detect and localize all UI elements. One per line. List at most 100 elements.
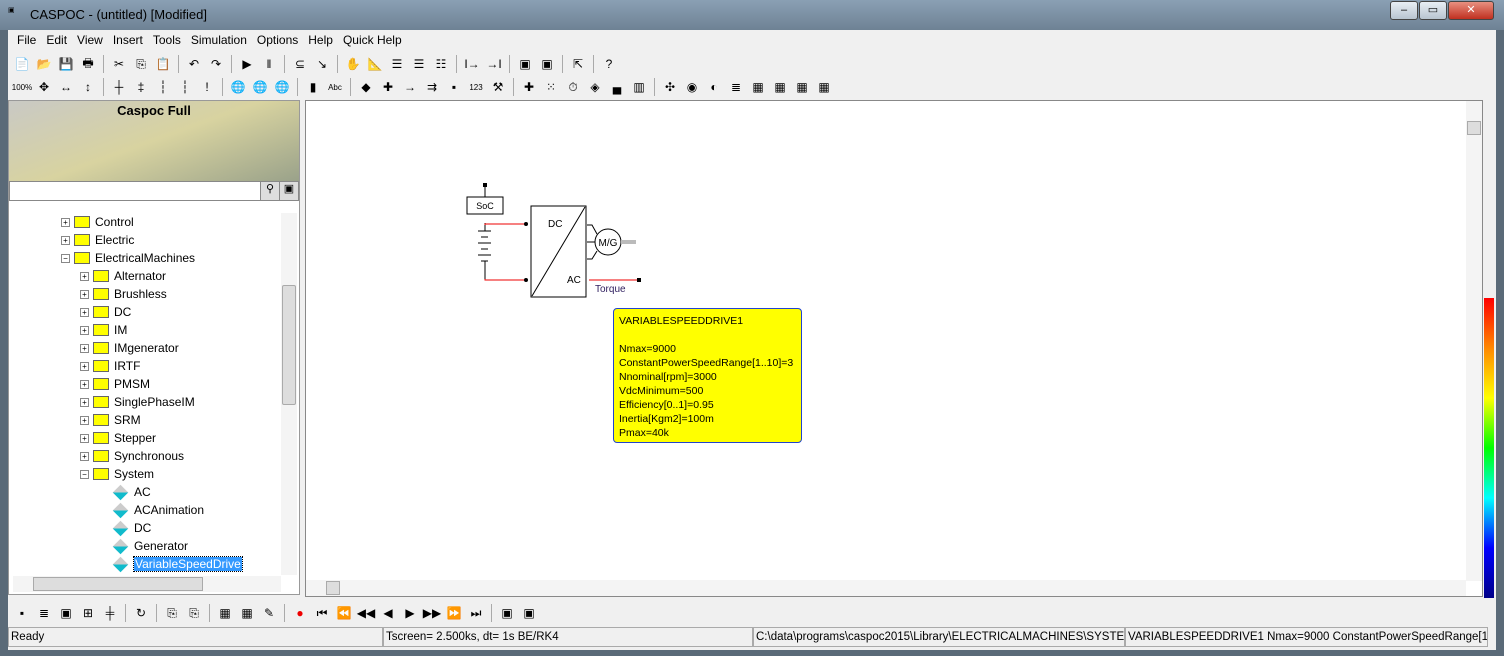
toolbar-button-18[interactable]: ◀◀ <box>356 603 376 623</box>
toolbar-button-20[interactable]: ▶ <box>400 603 420 623</box>
toolbar-button-2[interactable]: ▣ <box>56 603 76 623</box>
toolbar-button-6[interactable]: ⎘ <box>131 54 151 74</box>
tree-vertical-scrollbar[interactable] <box>281 213 297 575</box>
toolbar-button-7[interactable]: ┆ <box>153 77 173 97</box>
toolbar-button-28[interactable]: ⏱ <box>563 77 583 97</box>
toolbar-button-27[interactable]: ⁙ <box>541 77 561 97</box>
tree-folder[interactable]: + Electric <box>13 231 285 249</box>
toolbar-button-2[interactable]: 💾 <box>56 54 76 74</box>
toolbar-button-11[interactable]: 🌐 <box>228 77 248 97</box>
tree-folder[interactable]: − System <box>13 465 285 483</box>
toolbar-button-8[interactable]: ⎘ <box>162 603 182 623</box>
toolbar-button-26[interactable]: ▣ <box>519 603 539 623</box>
tree-folder[interactable]: + IRTF <box>13 357 285 375</box>
tree-folder[interactable]: + Control <box>13 213 285 231</box>
library-options-icon[interactable]: ▣ <box>279 182 298 200</box>
toolbar-button-27[interactable]: ▣ <box>515 54 535 74</box>
tree-folder[interactable]: + SinglePhaseIM <box>13 393 285 411</box>
toolbar-button-12[interactable]: ▦ <box>237 603 257 623</box>
menu-view[interactable]: View <box>72 30 108 50</box>
toolbar-button-33[interactable]: ✣ <box>660 77 680 97</box>
variable-speed-drive-block[interactable]: DC AC <box>530 205 587 298</box>
toolbar-button-12[interactable]: ▶ <box>237 54 257 74</box>
toolbar-button-19[interactable]: ✚ <box>378 77 398 97</box>
tree-folder[interactable]: + DC <box>13 303 285 321</box>
collapse-icon[interactable]: − <box>61 253 70 263</box>
toolbar-button-18[interactable]: ✋ <box>343 54 363 74</box>
toolbar-button-28[interactable]: ▣ <box>537 54 557 74</box>
toolbar-button-17[interactable]: ⏪ <box>334 603 354 623</box>
toolbar-button-34[interactable]: ◉ <box>682 77 702 97</box>
toolbar-button-23[interactable]: ⏭ <box>466 603 486 623</box>
tree-folder[interactable]: − ElectricalMachines <box>13 249 285 267</box>
toolbar-button-24[interactable]: I→ <box>462 54 482 74</box>
battery-symbol[interactable] <box>478 223 491 280</box>
toolbar-button-8[interactable]: ┆ <box>175 77 195 97</box>
expand-icon[interactable]: + <box>80 361 89 371</box>
toolbar-button-30[interactable]: ⇱ <box>568 54 588 74</box>
tree-item[interactable]: AC <box>13 483 285 501</box>
toolbar-button-5[interactable]: ┼ <box>109 77 129 97</box>
toolbar-button-0[interactable]: 100% <box>12 77 32 97</box>
tree-item[interactable]: DC <box>13 519 285 537</box>
tree-item[interactable]: Generator <box>13 537 285 555</box>
toolbar-button-23[interactable]: 123 <box>466 77 486 97</box>
toolbar-button-6[interactable]: ‡ <box>131 77 151 97</box>
torque-input[interactable]: Torque <box>589 278 641 295</box>
expand-icon[interactable]: + <box>80 343 89 353</box>
toolbar-button-22[interactable]: ⏩ <box>444 603 464 623</box>
toolbar-button-13[interactable]: ‖ <box>259 54 279 74</box>
toolbar-button-37[interactable]: ▦ <box>748 77 768 97</box>
toolbar-button-20[interactable]: → <box>400 77 420 97</box>
toolbar-button-0[interactable]: ▪ <box>12 603 32 623</box>
tree-folder[interactable]: + Stepper <box>13 429 285 447</box>
collapse-icon[interactable]: − <box>80 469 89 479</box>
motor-generator[interactable]: M/G <box>587 224 636 260</box>
toolbar-button-29[interactable]: ◈ <box>585 77 605 97</box>
toolbar-button-16[interactable]: ⏮ <box>312 603 332 623</box>
toolbar-button-35[interactable]: ◐ <box>704 77 724 97</box>
toolbar-button-31[interactable]: ▥ <box>629 77 649 97</box>
toolbar-button-15[interactable]: ⊆ <box>290 54 310 74</box>
expand-icon[interactable]: + <box>80 397 89 407</box>
toolbar-button-1[interactable]: ≣ <box>34 603 54 623</box>
schematic-canvas[interactable]: SoC DC AC M/G Torque VARIABLESPEEDDRIVE1… <box>305 100 1483 597</box>
menu-options[interactable]: Options <box>252 30 303 50</box>
toolbar-button-19[interactable]: 📐 <box>365 54 385 74</box>
search-icon[interactable]: ⚲ <box>260 182 279 200</box>
toolbar-button-16[interactable]: ↘ <box>312 54 332 74</box>
expand-icon[interactable]: + <box>61 217 70 227</box>
toolbar-button-15[interactable]: ▮ <box>303 77 323 97</box>
expand-icon[interactable]: + <box>61 235 70 245</box>
tree-folder[interactable]: + IMgenerator <box>13 339 285 357</box>
toolbar-button-25[interactable]: →I <box>484 54 504 74</box>
toolbar-button-5[interactable]: ✂ <box>109 54 129 74</box>
toolbar-button-3[interactable]: 🖶 <box>78 54 98 74</box>
toolbar-button-10[interactable]: ↷ <box>206 54 226 74</box>
toolbar-button-25[interactable]: ▣ <box>497 603 517 623</box>
menu-edit[interactable]: Edit <box>41 30 72 50</box>
toolbar-button-20[interactable]: ☰ <box>387 54 407 74</box>
tree-folder[interactable]: + Synchronous <box>13 447 285 465</box>
toolbar-button-19[interactable]: ◀ <box>378 603 398 623</box>
tree-folder[interactable]: + SRM <box>13 411 285 429</box>
tree-item[interactable]: VariableSpeedDrive <box>13 555 285 573</box>
toolbar-button-9[interactable]: ! <box>197 77 217 97</box>
toolbar-button-36[interactable]: ≣ <box>726 77 746 97</box>
toolbar-button-21[interactable]: ⇉ <box>422 77 442 97</box>
toolbar-button-13[interactable]: ✎ <box>259 603 279 623</box>
menu-simulation[interactable]: Simulation <box>186 30 252 50</box>
canvas-vertical-scrollbar[interactable] <box>1466 101 1482 581</box>
toolbar-button-22[interactable]: ▪ <box>444 77 464 97</box>
menu-quick-help[interactable]: Quick Help <box>338 30 407 50</box>
toolbar-button-3[interactable]: ↕ <box>78 77 98 97</box>
toolbar-button-9[interactable]: ↶ <box>184 54 204 74</box>
toolbar-button-18[interactable]: ◆ <box>356 77 376 97</box>
expand-icon[interactable]: + <box>80 307 89 317</box>
tree-horizontal-scrollbar[interactable] <box>13 576 281 592</box>
toolbar-button-4[interactable]: ╪ <box>100 603 120 623</box>
toolbar-button-11[interactable]: ▦ <box>215 603 235 623</box>
toolbar-button-13[interactable]: 🌐 <box>272 77 292 97</box>
expand-icon[interactable]: + <box>80 271 89 281</box>
toolbar-button-0[interactable]: 📄 <box>12 54 32 74</box>
